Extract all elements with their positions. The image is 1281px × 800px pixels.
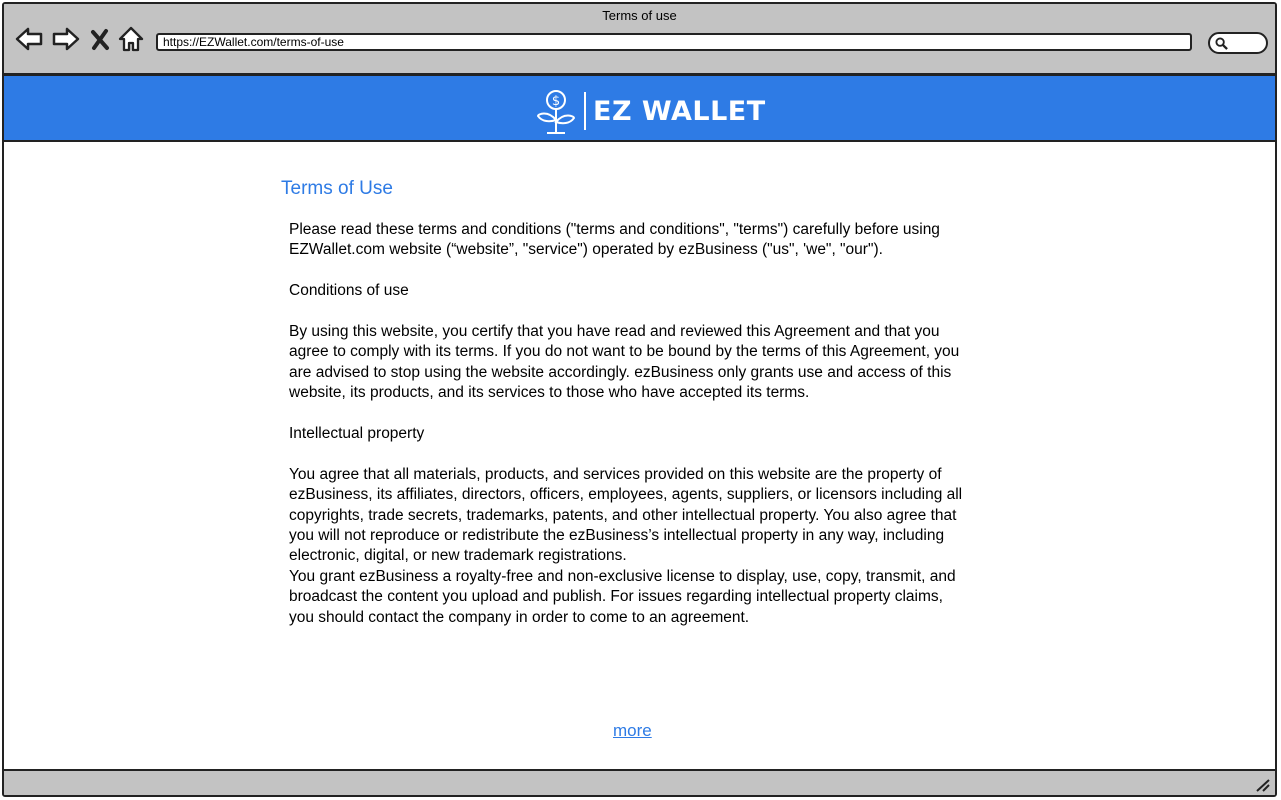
- money-plant-icon: $: [536, 90, 576, 134]
- window-title: Terms of use: [602, 8, 677, 23]
- address-bar[interactable]: https://EZWallet.com/terms-of-use: [156, 33, 1192, 51]
- ip-paragraph-1: You agree that all materials, products, …: [289, 465, 963, 565]
- brand-name: EZ WALLET: [593, 96, 766, 127]
- stop-icon[interactable]: [88, 24, 112, 54]
- back-icon[interactable]: [14, 24, 44, 54]
- ip-paragraph-2: You grant ezBusiness a royalty-free and …: [289, 567, 956, 626]
- forward-icon[interactable]: [51, 24, 81, 54]
- svg-text:$: $: [552, 94, 560, 109]
- page-title: Terms of Use: [281, 178, 393, 199]
- status-bar: [4, 769, 1275, 795]
- section-heading-ip: Intellectual property: [289, 425, 425, 443]
- terms-content: Please read these terms and conditions (…: [289, 220, 969, 628]
- more-link[interactable]: more: [613, 721, 652, 741]
- section-heading-conditions: Conditions of use: [289, 282, 409, 300]
- intro-paragraph: Please read these terms and conditions (…: [289, 221, 940, 259]
- browser-chrome: Terms of use https://EZWallet.com/terms-…: [4, 4, 1275, 76]
- logo-divider: [584, 92, 586, 130]
- conditions-paragraph: By using this website, you certify that …: [289, 323, 960, 402]
- browser-window: Terms of use https://EZWallet.com/terms-…: [2, 2, 1277, 797]
- search-icon: [1215, 37, 1228, 50]
- browser-search-field[interactable]: [1208, 32, 1268, 54]
- site-header: $ EZ WALLET: [4, 76, 1275, 142]
- home-icon[interactable]: [116, 24, 146, 54]
- resize-grip-icon[interactable]: [1255, 778, 1271, 792]
